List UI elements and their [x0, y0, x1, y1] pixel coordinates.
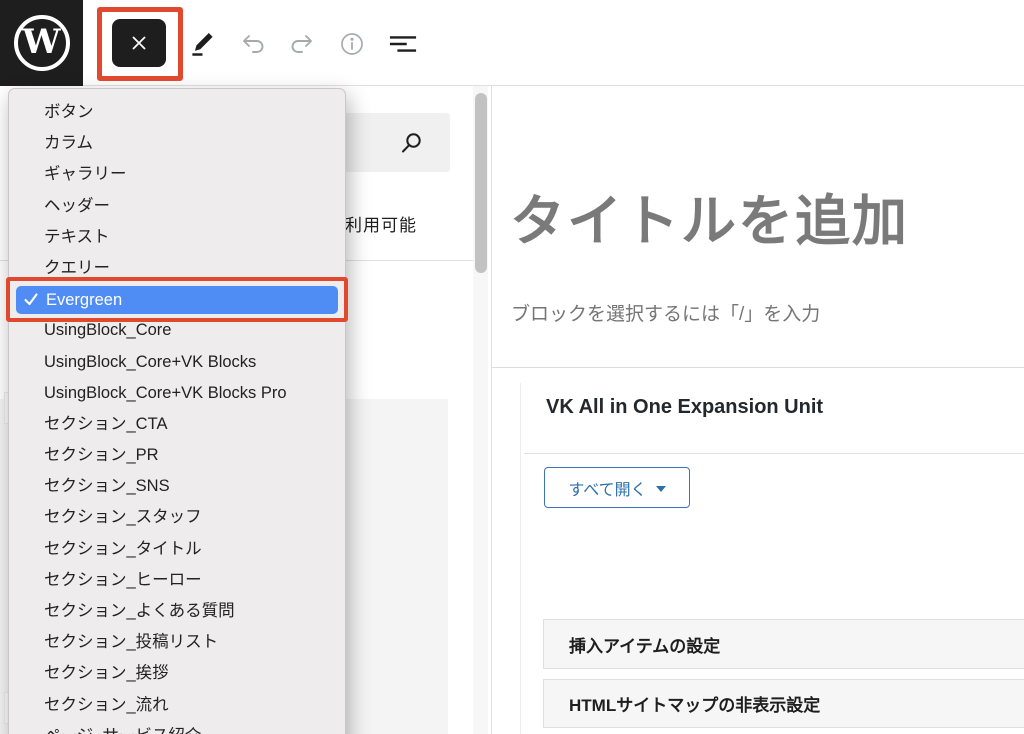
edit-tool-button[interactable]	[188, 31, 216, 57]
undo-icon	[240, 32, 268, 56]
vk-panel-title: VK All in One Expansion Unit	[546, 396, 823, 419]
tab-reusable[interactable]: 利用可能	[345, 211, 417, 236]
chevron-down-icon	[656, 486, 666, 492]
menu-item-section-hero[interactable]: セクション_ヒーロー	[9, 565, 345, 596]
title-content-divider	[492, 367, 1024, 368]
wordpress-logo[interactable]: W	[0, 0, 83, 86]
details-button[interactable]	[338, 31, 366, 57]
undo-button[interactable]	[240, 31, 268, 57]
menu-item-usingblock-core[interactable]: UsingBlock_Core	[9, 315, 345, 346]
post-title-placeholder[interactable]: タイトルを追加	[510, 176, 909, 256]
menu-item-usingblock-core-vk[interactable]: UsingBlock_Core+VK Blocks	[9, 347, 345, 378]
menu-item-evergreen[interactable]: Evergreen	[16, 286, 338, 314]
menu-item-section-pr[interactable]: セクション_PR	[9, 440, 345, 471]
menu-item-header[interactable]: ヘッダー	[9, 191, 345, 222]
inserter-scrollbar-thumb[interactable]	[475, 93, 487, 273]
redo-button[interactable]	[287, 31, 315, 57]
check-icon	[24, 293, 38, 306]
close-icon	[128, 32, 150, 54]
menu-item-section-faq[interactable]: セクション_よくある質問	[9, 596, 345, 627]
close-inserter-button[interactable]	[112, 19, 166, 67]
search-icon	[398, 130, 424, 156]
redo-icon	[287, 32, 315, 56]
inserter-panel-border	[491, 86, 492, 734]
menu-item-section-post-list[interactable]: セクション_投稿リスト	[9, 627, 345, 658]
editor-canvas: タイトルを追加 ブロックを選択するには「/」を入力 VK All in One …	[492, 86, 1024, 734]
block-category-dropdown: ボタン カラム ギャラリー ヘッダー テキスト クエリー Evergreen U…	[8, 88, 346, 734]
editor-top-bar: W	[0, 0, 1024, 86]
info-icon	[339, 31, 365, 57]
menu-item-button[interactable]: ボタン	[9, 97, 345, 128]
menu-item-usingblock-core-vk-pro[interactable]: UsingBlock_Core+VK Blocks Pro	[9, 378, 345, 409]
pencil-icon	[189, 31, 216, 58]
menu-item-gallery[interactable]: ギャラリー	[9, 159, 345, 190]
menu-item-text[interactable]: テキスト	[9, 222, 345, 253]
wordpress-logo-icon: W	[14, 15, 70, 71]
vk-panel-divider	[524, 453, 1024, 454]
list-view-icon	[389, 33, 417, 55]
wordpress-editor-screen: 利用可能 タイトルを追加 ブロックを選択するには「/」を入力 VK All in…	[0, 0, 1024, 734]
menu-item-section-cta[interactable]: セクション_CTA	[9, 409, 345, 440]
menu-item-section-staff[interactable]: セクション_スタッフ	[9, 502, 345, 533]
expand-all-label: すべて開く	[568, 476, 646, 500]
accordion-insert-item-settings[interactable]: 挿入アイテムの設定	[543, 619, 1024, 669]
menu-item-section-greeting[interactable]: セクション_挨拶	[9, 658, 345, 689]
menu-item-section-sns[interactable]: セクション_SNS	[9, 471, 345, 502]
menu-item-section-title[interactable]: セクション_タイトル	[9, 534, 345, 565]
list-view-button[interactable]	[389, 31, 417, 57]
menu-item-query[interactable]: クエリー	[9, 253, 345, 284]
menu-item-column[interactable]: カラム	[9, 128, 345, 159]
accordion-html-sitemap[interactable]: HTMLサイトマップの非表示設定	[543, 679, 1024, 728]
expand-all-button[interactable]: すべて開く	[544, 467, 690, 508]
menu-item-label: Evergreen	[46, 286, 122, 314]
block-appender-hint[interactable]: ブロックを選択するには「/」を入力	[511, 299, 820, 326]
menu-item-section-flow[interactable]: セクション_流れ	[9, 690, 345, 721]
vk-expansion-panel: VK All in One Expansion Unit すべて開く 挿入アイテ…	[520, 383, 1024, 734]
menu-item-page-service[interactable]: ページ_サービス紹介	[9, 721, 345, 734]
